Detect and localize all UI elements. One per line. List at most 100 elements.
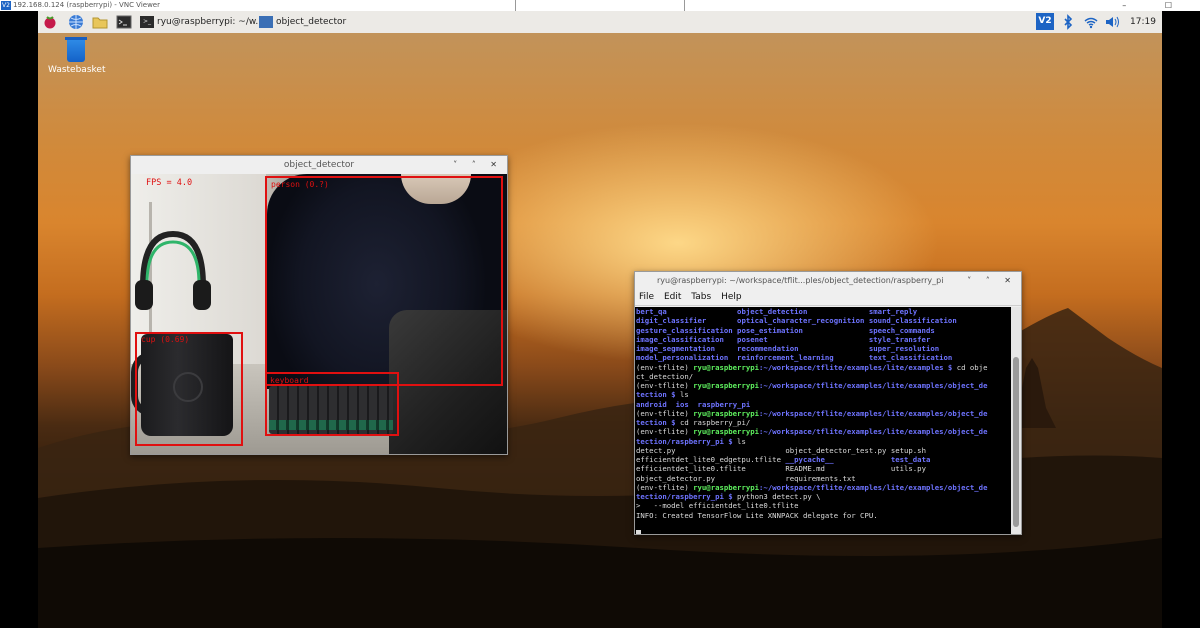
ls-entry: object_detection xyxy=(737,307,869,316)
ls-entry: image_segmentation xyxy=(636,344,738,353)
ls-entry: sound_classification xyxy=(868,316,957,326)
wastebasket-desktop-icon[interactable]: Wastebasket xyxy=(48,37,106,75)
terminal-line: > --model efficientdet_lite0.tflite xyxy=(636,501,799,511)
file-entry: utils.py xyxy=(890,464,944,474)
object-detector-window-controls[interactable]: ˅ ˄ ✕ xyxy=(453,156,503,174)
volume-icon[interactable] xyxy=(1104,14,1120,30)
raspberry-menu-icon[interactable] xyxy=(42,14,58,30)
bluetooth-icon[interactable] xyxy=(1060,14,1076,30)
terminal-line: (env-tflite) ryu@raspberrypi:~/workspace… xyxy=(636,482,988,492)
vnc-title: 192.168.0.124 (raspberrypi) - VNC Viewer xyxy=(13,1,160,9)
vnc-window-controls[interactable]: – ☐ xyxy=(1122,0,1190,11)
ls-row: image_classification posenet style_trans… xyxy=(635,335,1011,344)
terminal-output[interactable]: bert_qa object_detection smart_reply dig… xyxy=(635,307,1011,534)
terminal-line: (env-tflite) ryu@raspberrypi:~/workspace… xyxy=(636,362,988,372)
terminal-launcher-icon[interactable] xyxy=(116,14,132,30)
terminal-line: android ios raspberry_pi xyxy=(636,399,751,409)
ls-row: digit_classifier optical_character_recog… xyxy=(635,316,1011,325)
ls-raspberry-pi-listing: detect.py object_detector_test.py setup.… xyxy=(635,446,1011,483)
file-entry: object_detector_test.py xyxy=(785,445,891,455)
ls-entry: reinforcement_learning xyxy=(737,353,869,363)
terminal-line: (env-tflite) ryu@raspberrypi:~/workspace… xyxy=(636,381,988,390)
ls-entry: image_classification xyxy=(636,334,738,344)
terminal-scrollbar[interactable] xyxy=(1011,307,1021,534)
cup-detection-label: cup (0.69) xyxy=(141,335,190,344)
file-entry: __pycache__ xyxy=(785,455,891,464)
ls-entry: bert_qa xyxy=(636,307,738,316)
fps-label: FPS = 4.0 xyxy=(146,178,193,188)
ls-row: model_personalization reinforcement_lear… xyxy=(635,353,1011,362)
taskbar-app-terminal[interactable]: >_ ryu@raspberrypi: ~/w... xyxy=(140,13,264,31)
camera-feed: FPS = 4.0 person (0.?) cup (0.69) keyboa… xyxy=(131,174,507,454)
ls-entry: pose_estimation xyxy=(737,325,869,335)
terminal-titlebar[interactable]: ryu@raspberrypi: ~/workspace/tflit...ple… xyxy=(635,272,1021,290)
vnc-logo-icon: V2 xyxy=(1,1,11,10)
terminal-menubar: File Edit Tabs Help xyxy=(635,290,1021,306)
file-row: efficientdet_lite0_edgetpu.tflite __pyca… xyxy=(635,455,1011,464)
file-entry: setup.sh xyxy=(890,445,944,455)
file-row: efficientdet_lite0.tflite README.md util… xyxy=(635,464,1011,473)
file-entry: README.md xyxy=(785,464,891,474)
wifi-icon[interactable] xyxy=(1083,14,1099,30)
browser-globe-icon[interactable] xyxy=(68,14,84,30)
object-detector-window: object_detector ˅ ˄ ✕ FPS = 4.0 person (… xyxy=(130,155,508,455)
file-row: object_detector.py requirements.txt xyxy=(635,474,1011,483)
terminal-line: tection $ ls xyxy=(636,390,689,400)
ls-entry: model_personalization xyxy=(636,353,738,363)
terminal-scrollbar-thumb[interactable] xyxy=(1013,357,1019,527)
ls-row: image_segmentation recommendation super_… xyxy=(635,344,1011,353)
ls-entry: smart_reply xyxy=(868,307,957,316)
vnc-server-icon[interactable]: V2 xyxy=(1036,13,1054,30)
cup-bounding-box xyxy=(135,332,243,446)
ls-entry: text_classification xyxy=(868,353,957,363)
file-entry: object_detector.py xyxy=(636,473,786,483)
object-detector-titlebar[interactable]: object_detector ˅ ˄ ✕ xyxy=(131,156,507,174)
headphones-image xyxy=(135,230,211,310)
terminal-app-icon: >_ xyxy=(140,15,154,28)
ls-entry: digit_classifier xyxy=(636,316,738,326)
taskbar-app-object-detector[interactable]: object_detector xyxy=(259,13,346,31)
terminal-line: (env-tflite) ryu@raspberrypi:~/workspace… xyxy=(636,408,988,418)
file-row: detect.py object_detector_test.py setup.… xyxy=(635,446,1011,455)
left-border xyxy=(0,11,38,628)
vnc-title-bar: V2 192.168.0.124 (raspberrypi) - VNC View… xyxy=(0,0,1200,13)
terminal-title: ryu@raspberrypi: ~/workspace/tflit...ple… xyxy=(657,276,944,285)
wastebasket-label: Wastebasket xyxy=(48,65,106,75)
right-border xyxy=(1162,11,1200,628)
ls-entry: posenet xyxy=(737,334,869,344)
ls-entry: gesture_classification xyxy=(636,325,738,335)
ls-row: bert_qa object_detection smart_reply xyxy=(635,307,1011,316)
ls-row: gesture_classification pose_estimation s… xyxy=(635,326,1011,335)
file-entry: requirements.txt xyxy=(785,473,891,483)
menu-file[interactable]: File xyxy=(639,292,654,302)
ls-entry: super_resolution xyxy=(868,344,957,353)
terminal-line: tection $ cd raspberry_pi/ xyxy=(636,418,751,427)
ls-entry: style_transfer xyxy=(868,334,957,344)
ls-entry: speech_commands xyxy=(868,325,957,335)
clock[interactable]: 17:19 xyxy=(1130,13,1156,31)
object-detector-title: object_detector xyxy=(283,160,355,170)
ls-examples-listing: bert_qa object_detection smart_reply dig… xyxy=(635,307,1011,363)
ls-entry: recommendation xyxy=(737,344,869,353)
menu-edit[interactable]: Edit xyxy=(664,292,681,302)
menu-tabs[interactable]: Tabs xyxy=(691,292,711,302)
file-entry: efficientdet_lite0.tflite xyxy=(636,464,786,474)
menu-help[interactable]: Help xyxy=(721,292,742,302)
trash-icon xyxy=(65,37,87,62)
keyboard-detection-label: keyboard xyxy=(270,376,309,385)
file-entry: test_data xyxy=(890,455,944,464)
terminal-window: ryu@raspberrypi: ~/workspace/tflit...ple… xyxy=(634,271,1022,535)
terminal-line: tection/raspberry_pi $ ls xyxy=(636,436,746,446)
person-detection-label: person (0.?) xyxy=(271,180,329,189)
terminal-line: INFO: Created TensorFlow Lite XNNPACK de… xyxy=(636,510,878,520)
file-manager-folder-icon[interactable] xyxy=(92,14,108,30)
terminal-cursor xyxy=(636,530,641,534)
file-entry: efficientdet_lite0_edgetpu.tflite xyxy=(636,455,786,464)
terminal-cursor-line xyxy=(635,529,1011,534)
terminal-window-controls[interactable]: ˅ ˄ ✕ xyxy=(963,272,1017,290)
person-bounding-box xyxy=(265,176,503,386)
terminal-line: ct_detection/ xyxy=(636,371,694,381)
file-entry: detect.py xyxy=(636,445,786,455)
terminal-line: tection/raspberry_pi $ python3 detect.py… xyxy=(636,492,821,501)
ls-entry: optical_character_recognition xyxy=(737,316,869,326)
